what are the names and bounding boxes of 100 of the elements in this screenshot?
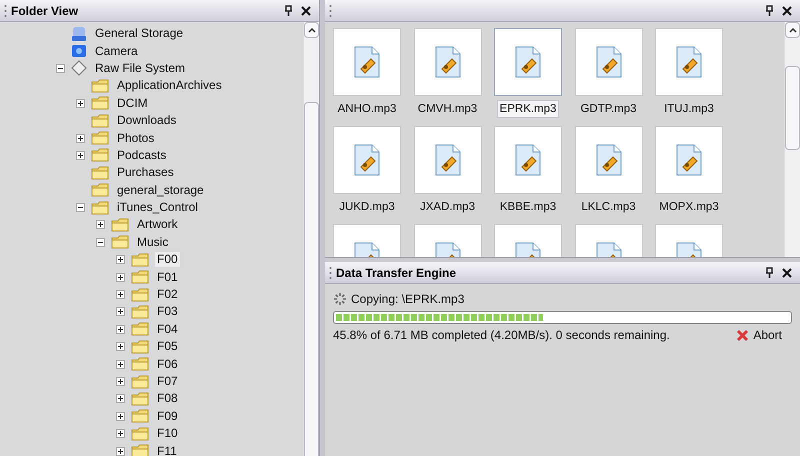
folder-icon <box>131 252 149 267</box>
close-icon[interactable] <box>301 6 311 16</box>
expand-icon[interactable] <box>116 360 125 369</box>
tree-item[interactable]: Raw File System <box>92 60 188 77</box>
tree-item[interactable]: F00 <box>154 251 181 268</box>
pin-icon[interactable] <box>284 5 293 16</box>
audio-file-icon <box>594 143 622 177</box>
grip-icon[interactable] <box>4 4 7 18</box>
expand-icon[interactable] <box>116 429 125 438</box>
tree-item[interactable]: ApplicationArchives <box>114 77 225 94</box>
tree-item[interactable]: Camera <box>92 42 141 60</box>
scroll-up-button[interactable] <box>785 22 800 38</box>
pin-icon[interactable] <box>765 5 774 16</box>
file-thumbnail[interactable] <box>574 28 642 96</box>
tree-item[interactable]: Podcasts <box>114 146 170 164</box>
tree-item[interactable]: F01 <box>154 268 181 286</box>
tree-item[interactable]: F09 <box>154 408 181 425</box>
expand-icon[interactable] <box>96 220 105 230</box>
expand-icon[interactable] <box>116 255 125 264</box>
collapse-icon[interactable] <box>76 203 85 212</box>
folder-icon <box>131 409 149 424</box>
audio-file-icon <box>594 45 622 79</box>
file-name[interactable]: JXAD.mp3 <box>417 198 478 216</box>
tree-item[interactable]: General Storage <box>92 25 186 42</box>
diamond-icon <box>71 60 87 76</box>
drive-icon <box>71 26 87 42</box>
scrollbar[interactable] <box>784 22 800 257</box>
file-name[interactable]: ITUJ.mp3 <box>661 100 717 118</box>
tree-item[interactable]: F11 <box>154 442 180 456</box>
folder-icon <box>91 183 109 198</box>
file-name[interactable]: ANHO.mp3 <box>334 100 400 118</box>
collapse-icon[interactable] <box>96 238 105 247</box>
file-thumbnail[interactable] <box>655 126 723 194</box>
scroll-thumb[interactable] <box>785 66 800 150</box>
file-name[interactable]: JUKD.mp3 <box>336 198 398 216</box>
audio-file-icon <box>353 45 381 79</box>
folder-icon <box>91 148 109 162</box>
expand-icon[interactable] <box>76 150 85 160</box>
file-thumbnail[interactable] <box>333 28 401 96</box>
tree-item[interactable]: Photos <box>114 130 158 147</box>
file-name[interactable]: EPRK.mp3 <box>496 100 560 118</box>
camera-icon <box>71 43 87 60</box>
tree-item[interactable]: Artwork <box>134 216 181 234</box>
expand-icon[interactable] <box>116 446 125 456</box>
expand-icon[interactable] <box>76 98 85 108</box>
expand-icon[interactable] <box>116 342 125 352</box>
expand-icon[interactable] <box>76 134 85 143</box>
scrollbar[interactable] <box>303 22 319 456</box>
folder-icon <box>91 200 109 215</box>
expand-icon[interactable] <box>116 412 125 421</box>
file-name[interactable]: KBBE.mp3 <box>496 198 560 216</box>
file-name[interactable]: CMVH.mp3 <box>414 100 480 118</box>
folder-icon <box>131 374 149 388</box>
tree-item[interactable]: F10 <box>154 425 181 442</box>
tree-item[interactable]: F02 <box>154 286 181 304</box>
close-icon[interactable] <box>782 268 792 278</box>
abort-button[interactable]: Abort <box>736 326 782 344</box>
file-name[interactable]: MOPX.mp3 <box>656 198 722 216</box>
audio-file-icon <box>675 45 703 79</box>
pin-icon[interactable] <box>765 267 774 278</box>
folder-icon <box>91 114 109 128</box>
tree-item[interactable]: Music <box>134 234 172 251</box>
file-thumbnail[interactable] <box>333 126 401 194</box>
file-thumbnail[interactable] <box>494 28 562 96</box>
grip-icon[interactable] <box>329 4 332 18</box>
file-name[interactable]: GDTP.mp3 <box>577 100 640 118</box>
tree-item[interactable]: F03 <box>154 303 181 320</box>
expand-icon[interactable] <box>116 377 125 386</box>
file-thumbnail[interactable] <box>414 28 482 96</box>
scroll-up-button[interactable] <box>304 22 319 38</box>
expand-icon[interactable] <box>116 324 125 334</box>
tree-item[interactable]: F06 <box>154 356 181 373</box>
tree-item[interactable]: F04 <box>154 320 181 338</box>
expand-icon[interactable] <box>116 394 125 404</box>
tree-item[interactable]: DCIM <box>114 94 151 112</box>
expand-icon[interactable] <box>116 290 125 300</box>
grip-icon[interactable] <box>329 266 332 280</box>
folder-icon <box>131 426 149 441</box>
audio-file-icon <box>434 45 462 79</box>
tree-item[interactable]: Purchases <box>114 164 177 182</box>
file-thumbnail[interactable] <box>655 28 723 96</box>
tree-item[interactable]: iTunes_Control <box>114 199 201 216</box>
tree-item[interactable]: F08 <box>154 390 181 408</box>
panel-title: Data Transfer Engine <box>336 264 456 282</box>
close-icon[interactable] <box>782 6 792 16</box>
file-thumbnail[interactable] <box>494 126 562 194</box>
collapse-icon[interactable] <box>56 64 65 73</box>
file-thumbnail[interactable] <box>414 126 482 194</box>
file-name[interactable]: LKLC.mp3 <box>578 198 639 216</box>
expand-icon[interactable] <box>116 307 125 316</box>
scroll-thumb[interactable] <box>304 102 319 456</box>
tree-item[interactable]: F05 <box>154 338 181 356</box>
file-thumbnail[interactable] <box>574 126 642 194</box>
tree-item[interactable]: F07 <box>154 373 181 390</box>
folder-icon <box>131 288 149 302</box>
chevron-up-icon <box>308 28 316 32</box>
folder-icon <box>111 235 129 250</box>
expand-icon[interactable] <box>116 272 125 282</box>
tree-item[interactable]: Downloads <box>114 112 180 130</box>
tree-item[interactable]: general_storage <box>114 182 207 199</box>
